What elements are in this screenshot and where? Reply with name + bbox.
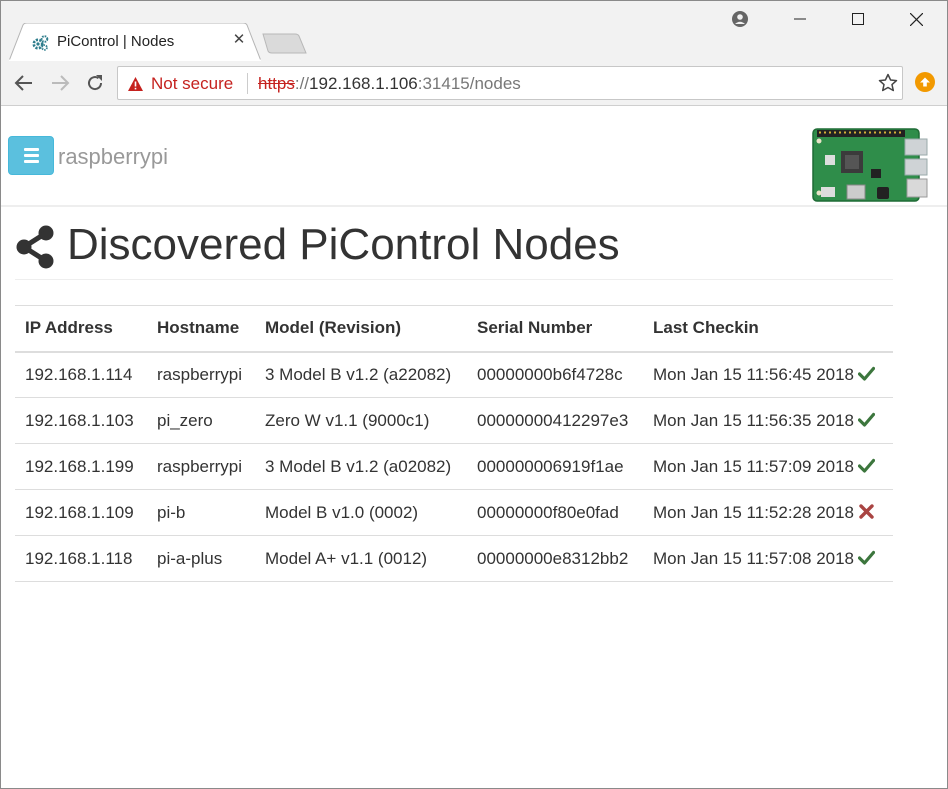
cell-serial-number: 00000000b6f4728c xyxy=(467,351,643,398)
url-separator: :// xyxy=(294,74,310,93)
security-status[interactable]: Not secure xyxy=(151,74,233,94)
cell-model: 3 Model B v1.2 (a02082) xyxy=(255,443,467,490)
column-header-hostname: Hostname xyxy=(147,305,255,353)
cell-last-checkin: Mon Jan 15 11:57:09 2018 xyxy=(643,443,893,490)
raspberry-pi-board-image xyxy=(812,128,928,202)
nodes-table: IP Address Hostname Model (Revision) Ser… xyxy=(15,305,893,582)
cell-ip-address: 192.168.1.109 xyxy=(15,489,147,536)
cell-serial-number: 00000000e8312bb2 xyxy=(467,535,643,582)
column-header-model: Model (Revision) xyxy=(255,305,467,353)
cell-hostname: pi-a-plus xyxy=(147,535,255,582)
close-tab-icon[interactable]: ✕ xyxy=(231,32,247,48)
new-tab-button[interactable] xyxy=(261,33,307,55)
checkmark-icon xyxy=(858,366,876,381)
cell-ip-address: 192.168.1.199 xyxy=(15,443,147,490)
tab-strip: PiControl | Nodes ✕ xyxy=(1,1,947,61)
last-checkin-text: Mon Jan 15 11:57:09 2018 xyxy=(653,456,855,476)
cell-hostname: raspberrypi xyxy=(147,443,255,490)
table-row: 192.168.1.103 pi_zero Zero W v1.1 (9000c1)… xyxy=(15,397,893,444)
back-arrow-icon xyxy=(14,75,32,91)
cell-last-checkin: Mon Jan 15 11:57:08 2018 xyxy=(643,535,893,582)
minimize-button[interactable] xyxy=(771,1,829,37)
table-row: 192.168.1.114 raspberrypi 3 Model B v1.2 (… xyxy=(15,351,893,398)
error-x-icon xyxy=(859,503,874,519)
maximize-button[interactable] xyxy=(829,1,887,37)
site-navbar: raspberrypi xyxy=(1,107,947,207)
browser-toolbar: Not secure https://192.168.1.106:31415/n… xyxy=(1,61,947,106)
cell-model: 3 Model B v1.2 (a22082) xyxy=(255,351,467,398)
warning-triangle-icon xyxy=(128,77,143,91)
bookmark-star-icon[interactable] xyxy=(878,73,898,93)
table-header-row: IP Address Hostname Model (Revision) Ser… xyxy=(15,305,893,353)
cell-ip-address: 192.168.1.103 xyxy=(15,397,147,444)
cell-model: Model A+ v1.1 (0012) xyxy=(255,535,467,582)
cell-serial-number: 00000000f80e0fad xyxy=(467,489,643,536)
url-path: :31415/nodes xyxy=(417,74,521,93)
last-checkin-text: Mon Jan 15 11:57:08 2018 xyxy=(653,548,855,568)
hamburger-icon-bar xyxy=(23,154,39,157)
page-title: Discovered PiControl Nodes xyxy=(15,221,893,280)
column-header-last-checkin: Last Checkin xyxy=(643,305,893,353)
last-checkin-text: Mon Jan 15 11:52:28 2018 xyxy=(653,502,855,522)
address-bar[interactable]: Not secure https://192.168.1.106:31415/n… xyxy=(117,66,903,100)
hamburger-icon-bar xyxy=(23,160,39,163)
reload-icon xyxy=(88,75,103,91)
browser-window: PiControl | Nodes ✕ Not secure https://1… xyxy=(0,0,948,789)
table-row: 192.168.1.118 pi-a-plus Model A+ v1.1 (001… xyxy=(15,535,893,582)
page-title-text: Discovered PiControl Nodes xyxy=(67,220,620,269)
cell-last-checkin: Mon Jan 15 11:56:45 2018 xyxy=(643,351,893,398)
tab-title: PiControl | Nodes xyxy=(57,33,175,50)
navbar-brand[interactable]: raspberrypi xyxy=(58,144,168,170)
reload-button[interactable] xyxy=(82,70,108,96)
menu-toggle-button[interactable] xyxy=(8,136,54,175)
forward-button[interactable] xyxy=(47,70,73,96)
hamburger-icon-bar xyxy=(23,148,39,151)
cell-hostname: raspberrypi xyxy=(147,351,255,398)
cell-model: Model B v1.0 (0002) xyxy=(255,489,467,536)
cell-last-checkin: Mon Jan 15 11:52:28 2018 xyxy=(643,489,893,536)
column-header-ip: IP Address xyxy=(15,305,147,353)
update-available-icon[interactable] xyxy=(915,72,935,92)
url-text[interactable]: https://192.168.1.106:31415/nodes xyxy=(258,74,521,94)
cell-hostname: pi_zero xyxy=(147,397,255,444)
cell-serial-number: 00000000412297e3 xyxy=(467,397,643,444)
checkmark-icon xyxy=(858,550,876,565)
cell-model: Zero W v1.1 (9000c1) xyxy=(255,397,467,444)
cell-serial-number: 000000006919f1ae xyxy=(467,443,643,490)
checkmark-icon xyxy=(858,458,876,473)
cell-ip-address: 192.168.1.114 xyxy=(15,351,147,398)
account-icon[interactable] xyxy=(731,10,749,28)
checkmark-icon xyxy=(858,412,876,427)
cell-ip-address: 192.168.1.118 xyxy=(15,535,147,582)
table-row: 192.168.1.109 pi-b Model B v1.0 (0002) 0000… xyxy=(15,489,893,536)
table-row: 192.168.1.199 raspberrypi 3 Model B v1.2 (… xyxy=(15,443,893,490)
forward-arrow-icon xyxy=(52,75,70,91)
url-scheme: https xyxy=(258,74,295,93)
gears-icon xyxy=(32,35,49,51)
url-host: 192.168.1.106 xyxy=(309,74,418,93)
share-icon xyxy=(16,225,54,269)
tab-picontrol-nodes[interactable]: PiControl | Nodes ✕ xyxy=(9,23,261,61)
cell-hostname: pi-b xyxy=(147,489,255,536)
back-button[interactable] xyxy=(11,70,37,96)
cell-last-checkin: Mon Jan 15 11:56:35 2018 xyxy=(643,397,893,444)
close-window-button[interactable] xyxy=(887,1,945,37)
omnibox-separator xyxy=(247,73,248,94)
last-checkin-text: Mon Jan 15 11:56:45 2018 xyxy=(653,364,855,384)
page-content: raspberrypi Discovered PiControl Nodes I… xyxy=(1,107,947,788)
last-checkin-text: Mon Jan 15 11:56:35 2018 xyxy=(653,410,855,430)
column-header-serial: Serial Number xyxy=(467,305,643,353)
